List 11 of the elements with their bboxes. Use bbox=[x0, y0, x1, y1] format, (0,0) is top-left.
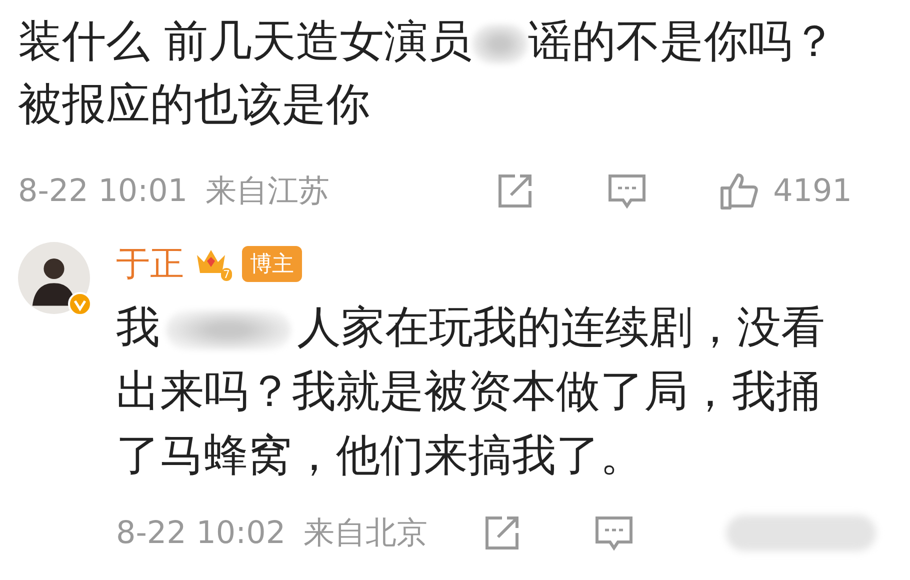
comment-text: 装什么 前几天造女演员 谣的不是你吗？被报应的也该是你 bbox=[18, 15, 837, 132]
reply-location: 来自北京 bbox=[304, 514, 428, 553]
reply-date: 8-22 10:02 bbox=[116, 515, 286, 551]
like-icon[interactable] bbox=[719, 171, 760, 211]
blogger-tag: 博主 bbox=[242, 246, 302, 282]
comment-location: 来自江苏 bbox=[206, 172, 330, 211]
like-count: 4191 bbox=[773, 173, 852, 209]
avatar bbox=[18, 242, 90, 314]
comment-date: 8-22 10:01 bbox=[18, 173, 188, 209]
author-name[interactable]: 于正 bbox=[116, 241, 184, 287]
reply-text: 我 人家在玩我的连续剧，没看出来吗？我就是被资本做了局，我捅了马蜂窝，他们来搞我了。 bbox=[116, 301, 826, 483]
